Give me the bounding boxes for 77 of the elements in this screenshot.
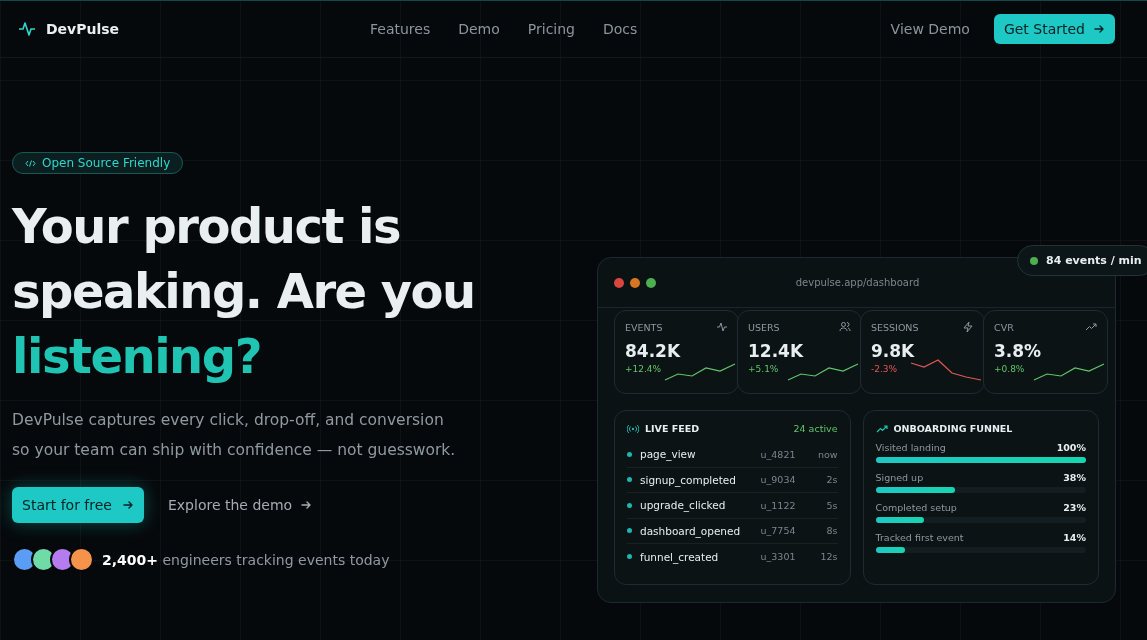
event-user: u_3301	[759, 551, 796, 563]
users-icon	[839, 321, 851, 333]
url-text: devpulse.app/dashboard	[794, 277, 921, 288]
bolt-icon	[962, 321, 974, 333]
event-name: funnel_created	[640, 550, 720, 563]
stat-value: 3.8%	[994, 341, 1043, 361]
nav-link[interactable]: Pricing	[527, 21, 575, 37]
event-user: u_7754	[759, 525, 796, 537]
event-user: u_9034	[759, 474, 796, 486]
broadcast-icon	[627, 423, 639, 434]
code-icon	[25, 158, 36, 168]
arrow-icon	[1093, 23, 1105, 35]
event-name: upgrade_clicked	[640, 499, 727, 512]
panel-title: ONBOARDING FUNNEL	[893, 423, 1014, 434]
event-dot	[627, 554, 632, 560]
event-name: signup_completed	[640, 473, 737, 486]
window-dot	[630, 277, 640, 288]
panel-title: LIVE FEED	[645, 423, 701, 434]
event-name: page_view	[640, 448, 697, 461]
step-percent: 14%	[1063, 532, 1086, 543]
event-dot	[627, 502, 632, 508]
nav-link[interactable]: Demo	[458, 21, 500, 37]
sparkline	[1033, 363, 1105, 381]
social-proof: 2,400+ engineers tracking events today	[102, 551, 390, 568]
sparkline	[664, 363, 736, 381]
active-count: 24 active	[793, 423, 838, 434]
event-dot	[627, 477, 632, 483]
event-time: 5s	[825, 499, 838, 511]
arrow-icon	[300, 499, 313, 511]
step-label: Tracked first event	[875, 532, 964, 543]
step-label: Signed up	[875, 472, 924, 483]
event-dot	[627, 451, 632, 457]
view-demo-link[interactable]: View Demo	[890, 21, 970, 37]
start-button[interactable]: Start for free	[12, 487, 144, 523]
event-dot	[627, 528, 632, 534]
stat-change: -2.3%	[871, 364, 899, 374]
window-dot	[646, 277, 656, 288]
events-rate-badge: 84 events / min	[1017, 245, 1147, 276]
arrow-icon	[121, 499, 134, 511]
stat-label: CVR	[994, 321, 1014, 333]
event-user: u_4821	[759, 448, 796, 460]
step-percent: 100%	[1056, 442, 1086, 453]
event-time: 12s	[819, 551, 838, 563]
event-time: now	[816, 448, 838, 460]
stat-change: +5.1%	[748, 364, 780, 374]
trend-icon	[875, 423, 888, 434]
stat-label: SESSIONS	[871, 321, 919, 333]
open-source-badge: Open Source Friendly	[12, 152, 184, 174]
event-time: 2s	[825, 474, 838, 486]
step-label: Completed setup	[875, 502, 957, 513]
nav-link[interactable]: Features	[370, 21, 431, 37]
stat-change: +12.4%	[625, 364, 663, 374]
window-dot	[614, 277, 624, 288]
step-percent: 23%	[1063, 502, 1086, 513]
trend-icon	[1085, 321, 1097, 333]
sparkline	[910, 359, 982, 381]
headline: Your product is speaking. Are you listening?	[12, 197, 476, 386]
pulse-icon	[18, 21, 36, 37]
event-name: dashboard_opened	[640, 524, 742, 537]
event-user: u_1122	[759, 499, 796, 511]
step-label: Visited landing	[875, 442, 946, 453]
stat-value: 12.4K	[748, 341, 805, 361]
pulse-icon	[716, 321, 728, 333]
stat-value: 9.8K	[871, 341, 916, 361]
sparkline	[787, 363, 859, 381]
stat-change: +0.8%	[994, 364, 1026, 374]
stat-value: 84.2K	[625, 341, 682, 361]
brand-name: DevPulse	[46, 21, 120, 37]
stat-label: USERS	[748, 321, 780, 333]
event-time: 8s	[825, 525, 838, 537]
step-percent: 38%	[1063, 472, 1086, 483]
nav-link[interactable]: Docs	[603, 21, 638, 37]
get-started-button[interactable]: Get Started	[993, 14, 1115, 44]
explore-demo-link[interactable]: Explore the demo	[167, 497, 313, 513]
status-dot	[1030, 256, 1038, 265]
stat-label: EVENTS	[625, 321, 663, 333]
description: DevPulse captures every click, drop-off, and conversion so your team can ship with confidence — not guesswork.	[12, 410, 457, 461]
